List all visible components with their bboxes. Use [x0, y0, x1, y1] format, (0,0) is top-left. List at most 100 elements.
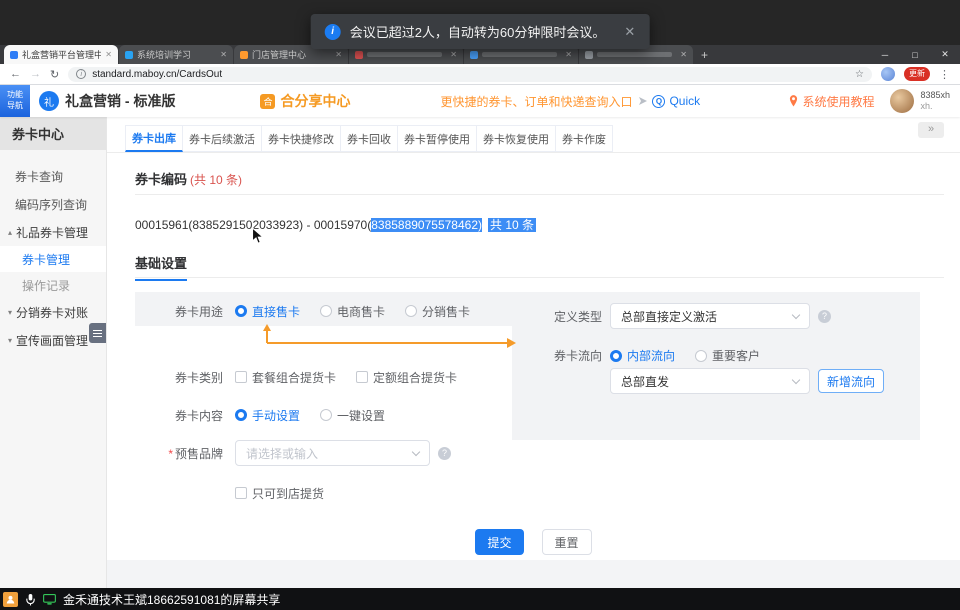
- radio-manual-setup[interactable]: 手动设置: [235, 407, 300, 424]
- flow-select[interactable]: 总部直发: [610, 368, 810, 394]
- codes-section-title: 券卡编码(共 10 条): [135, 169, 242, 188]
- content-footer: [107, 560, 960, 588]
- checkbox-store-pickup-only[interactable]: 只可到店提货: [235, 485, 324, 502]
- tab-card-later-activate[interactable]: 券卡后续激活: [183, 125, 262, 152]
- pin-icon: [789, 95, 798, 107]
- tab-card-outbound[interactable]: 券卡出库: [125, 125, 183, 152]
- function-nav-button[interactable]: 功能 导航: [0, 85, 30, 117]
- share-status-text: 金禾通技术王斌18662591081的屏幕共享: [63, 591, 280, 608]
- maximize-button[interactable]: □: [900, 45, 930, 64]
- card-flow-row: 券卡流向 内部流向 重要客户: [512, 347, 780, 364]
- quick-entry-link[interactable]: 更快捷的券卡、订单和快递查询入口: [440, 93, 632, 110]
- bookmark-star-icon[interactable]: ☆: [855, 69, 864, 80]
- caret-down-icon: ▾: [8, 336, 12, 345]
- tab-card-recycle[interactable]: 券卡回收: [341, 125, 398, 152]
- codes-count: (共 10 条): [190, 173, 242, 187]
- app-header: 功能 导航 礼 礼盒营销 - 标准版 合 合分享中心 更快捷的券卡、订单和快递查…: [0, 85, 960, 117]
- content: 券卡出库 券卡后续激活 券卡快捷修改 券卡回收 券卡暂停使用 券卡恢复使用 券卡…: [107, 117, 960, 588]
- browser-tab-2[interactable]: 系统培训学习 ✕: [119, 45, 233, 64]
- selected-code-text: 8385889075578462): [371, 218, 482, 232]
- url-bar[interactable]: i standard.maboy.cn/CardsOut ☆: [68, 67, 872, 82]
- window-close-button[interactable]: ✕: [930, 45, 960, 64]
- caret-up-icon: ▴: [8, 228, 12, 237]
- browser-menu-icon[interactable]: ⋮: [939, 68, 950, 81]
- divider: [135, 277, 944, 278]
- sidebar-item-card-query[interactable]: 券卡查询: [0, 162, 106, 190]
- radio-internal-flow[interactable]: 内部流向: [610, 347, 675, 364]
- main-area: 券卡中心 券卡查询 编码序列查询 ▴ 礼品券卡管理 券卡管理 操作记录 ▾ 分销…: [0, 117, 960, 588]
- required-asterisk: *: [168, 447, 173, 461]
- panel-collapse-button[interactable]: »: [918, 122, 944, 138]
- browser-profile-avatar[interactable]: [881, 67, 895, 81]
- sidebar-collapse-handle[interactable]: [89, 323, 106, 343]
- tab-close-icon[interactable]: ✕: [220, 50, 227, 59]
- tab-title: [597, 52, 672, 57]
- submit-button[interactable]: 提交: [475, 529, 523, 555]
- chevron-down-icon: [792, 310, 800, 318]
- screen-share-bar: 金禾通技术王斌18662591081的屏幕共享: [0, 588, 960, 610]
- radio-ecommerce-sale[interactable]: 电商售卡: [320, 303, 385, 320]
- user-name: 8385xh: [920, 90, 950, 101]
- sidebar-title: 券卡中心: [0, 117, 106, 150]
- url-text: standard.maboy.cn/CardsOut: [92, 69, 222, 80]
- tab-title: [367, 52, 442, 57]
- favicon-icon: [10, 51, 18, 59]
- radio-distribution-sale[interactable]: 分销售卡: [405, 303, 470, 320]
- close-icon[interactable]: ✕: [624, 24, 635, 40]
- tab-card-resume[interactable]: 券卡恢复使用: [477, 125, 556, 152]
- radio-important-customer[interactable]: 重要客户: [695, 347, 760, 364]
- tab-card-suspend[interactable]: 券卡暂停使用: [398, 125, 477, 152]
- radio-direct-sale[interactable]: 直接售卡: [235, 303, 300, 320]
- sidebar-item-code-sequence-query[interactable]: 编码序列查询: [0, 190, 106, 218]
- favicon-icon: [585, 51, 593, 59]
- tab-card-quick-edit[interactable]: 券卡快捷修改: [262, 125, 341, 152]
- sidebar-item-card-management[interactable]: 券卡管理: [0, 246, 106, 272]
- favicon-icon: [125, 51, 133, 59]
- define-type-select[interactable]: 总部直接定义激活: [610, 303, 810, 329]
- form-row-brand: *预售品牌 请选择或输入 ?: [147, 440, 451, 466]
- update-badge[interactable]: 更新: [904, 67, 930, 81]
- tab-close-icon[interactable]: ✕: [450, 50, 457, 59]
- tutorial-link[interactable]: 系统使用教程: [789, 93, 874, 110]
- user-meta: 8385xh xh.: [920, 90, 950, 113]
- add-flow-button[interactable]: 新增流向: [818, 369, 884, 393]
- forward-button[interactable]: →: [30, 68, 41, 80]
- tab-title: 门店管理中心: [252, 48, 331, 61]
- chevron-down-icon: [792, 375, 800, 383]
- help-icon[interactable]: ?: [438, 447, 451, 460]
- tab-close-icon[interactable]: ✕: [680, 50, 687, 59]
- flow-select-row: 总部直发 新增流向: [512, 368, 884, 394]
- browser-tab-1[interactable]: 礼盒营销平台管理中心 ✕: [4, 45, 118, 64]
- reload-button[interactable]: ↻: [50, 68, 59, 81]
- mouse-cursor: [251, 227, 264, 245]
- sidebar-item-operation-log[interactable]: 操作记录: [0, 272, 106, 298]
- sidebar-group-distribution-reconcile[interactable]: ▾ 分销券卡对账: [0, 298, 106, 326]
- caret-down-icon: ▾: [8, 308, 12, 317]
- tab-title: 礼盒营销平台管理中心: [22, 48, 101, 61]
- brand-select[interactable]: 请选择或输入: [235, 440, 430, 466]
- checkbox-fixed-amount-card[interactable]: 定额组合提货卡: [356, 369, 457, 386]
- reset-button[interactable]: 重置: [542, 529, 592, 555]
- checkbox-combo-package-card[interactable]: 套餐组合提货卡: [235, 369, 336, 386]
- pointer-icon: [638, 96, 648, 106]
- tab-close-icon[interactable]: ✕: [335, 50, 342, 59]
- help-icon[interactable]: ?: [818, 310, 831, 323]
- minimize-button[interactable]: ─: [870, 45, 900, 64]
- site-info-icon: i: [76, 69, 86, 79]
- radio-one-click-setup[interactable]: 一键设置: [320, 407, 385, 424]
- content-tabs: 券卡出库 券卡后续激活 券卡快捷修改 券卡回收 券卡暂停使用 券卡恢复使用 券卡…: [107, 125, 960, 153]
- favicon-icon: [470, 51, 478, 59]
- new-tab-button[interactable]: +: [701, 48, 708, 62]
- quick-link[interactable]: Q Quick: [652, 94, 700, 108]
- share-center-link[interactable]: 合 合分享中心: [260, 91, 350, 111]
- back-button[interactable]: ←: [10, 68, 21, 80]
- tab-close-icon[interactable]: ✕: [105, 50, 112, 59]
- screen: i 会议已超过2人，自动转为60分钟限时会议。 ✕ 礼盒营销平台管理中心 ✕ 系…: [0, 0, 960, 610]
- sidebar-group-gift-card-mgmt[interactable]: ▴ 礼品券卡管理: [0, 218, 106, 246]
- tab-card-void[interactable]: 券卡作废: [556, 125, 613, 152]
- tab-close-icon[interactable]: ✕: [565, 50, 572, 59]
- window-controls: ─ □ ✕: [870, 45, 960, 64]
- form-row-store-only: 只可到店提货: [147, 483, 344, 503]
- user-avatar[interactable]: [890, 89, 914, 113]
- microphone-icon: [25, 593, 36, 606]
